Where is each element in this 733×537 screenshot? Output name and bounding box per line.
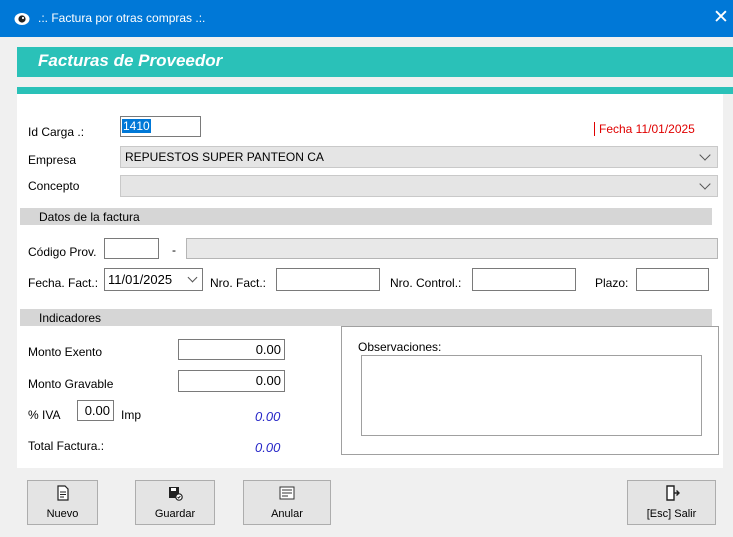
empresa-select[interactable]: REPUESTOS SUPER PANTEON CA (120, 146, 718, 168)
monto-exento-input[interactable]: 0.00 (178, 339, 285, 360)
guardar-button[interactable]: Guardar (135, 480, 215, 525)
monto-exento-label: Monto Exento (28, 345, 103, 359)
observaciones-textarea[interactable] (361, 355, 702, 436)
empresa-value: REPUESTOS SUPER PANTEON CA (125, 150, 324, 164)
anular-label: Anular (271, 508, 303, 520)
new-document-icon (28, 485, 97, 505)
cancel-document-icon (244, 485, 330, 505)
monto-gravable-input[interactable]: 0.00 (178, 370, 285, 392)
monto-gravable-label: Monto Gravable (28, 377, 114, 391)
fecha-fact-label: Fecha. Fact.: (28, 276, 99, 290)
concepto-select[interactable] (120, 175, 718, 197)
proveedor-name-field (186, 238, 718, 259)
anular-button[interactable]: Anular (243, 480, 331, 525)
total-factura-value: 0.00 (255, 440, 281, 455)
iva-label: % IVA (28, 408, 61, 422)
nro-fact-input[interactable] (276, 268, 380, 291)
banner-title: Facturas de Proveedor (38, 51, 223, 70)
footer-bar (17, 468, 733, 537)
banner-strip (17, 87, 733, 94)
id-carga-value: 1410 (122, 119, 151, 133)
fecha-fact-picker[interactable]: 11/01/2025 (104, 268, 203, 291)
imp-value: 0.00 (255, 409, 281, 424)
id-carga-label: Id Carga .: (28, 125, 85, 139)
close-icon[interactable]: ✕ (713, 7, 729, 27)
codigo-prov-label: Código Prov. (28, 245, 97, 259)
fecha-fact-value: 11/01/2025 (108, 272, 173, 287)
header-banner: Facturas de Proveedor (17, 47, 733, 77)
codigo-prov-input[interactable] (104, 238, 159, 259)
title-bar: .:. Factura por otras compras .:. ✕ (0, 0, 733, 37)
codigo-separator: - (172, 243, 176, 257)
observaciones-group: Observaciones: (341, 326, 719, 455)
calendar-dropdown-icon (187, 272, 198, 283)
nro-fact-label: Nro. Fact.: (210, 276, 267, 290)
salir-label: [Esc] Salir (646, 508, 697, 520)
imp-label: Imp (121, 408, 142, 422)
concepto-label: Concepto (28, 179, 80, 193)
nro-control-label: Nro. Control.: (390, 276, 462, 290)
section-datos-factura: Datos de la factura (20, 208, 712, 225)
empresa-label: Empresa (28, 153, 77, 167)
window-title: .:. Factura por otras compras .:. (38, 11, 206, 25)
nuevo-button[interactable]: Nuevo (27, 480, 98, 525)
form-panel: Id Carga .: 1410 Fecha 11/01/2025 Empres… (17, 94, 723, 468)
exit-door-icon (628, 485, 715, 505)
chevron-down-icon (699, 149, 711, 161)
fecha-label: Fecha 11/01/2025 (594, 122, 695, 136)
nuevo-label: Nuevo (46, 508, 79, 520)
guardar-label: Guardar (154, 508, 196, 520)
plazo-input[interactable] (636, 268, 709, 291)
save-icon (136, 485, 214, 505)
salir-button[interactable]: [Esc] Salir (627, 480, 716, 525)
eye-icon (14, 13, 30, 25)
nro-control-input[interactable] (472, 268, 576, 291)
observaciones-label: Observaciones: (358, 340, 442, 354)
chevron-down-icon (699, 178, 711, 190)
id-carga-input[interactable]: 1410 (120, 116, 201, 137)
total-factura-label: Total Factura.: (28, 439, 105, 453)
plazo-label: Plazo: (595, 276, 629, 290)
section-indicadores: Indicadores (20, 309, 712, 326)
iva-input[interactable]: 0.00 (77, 400, 114, 421)
